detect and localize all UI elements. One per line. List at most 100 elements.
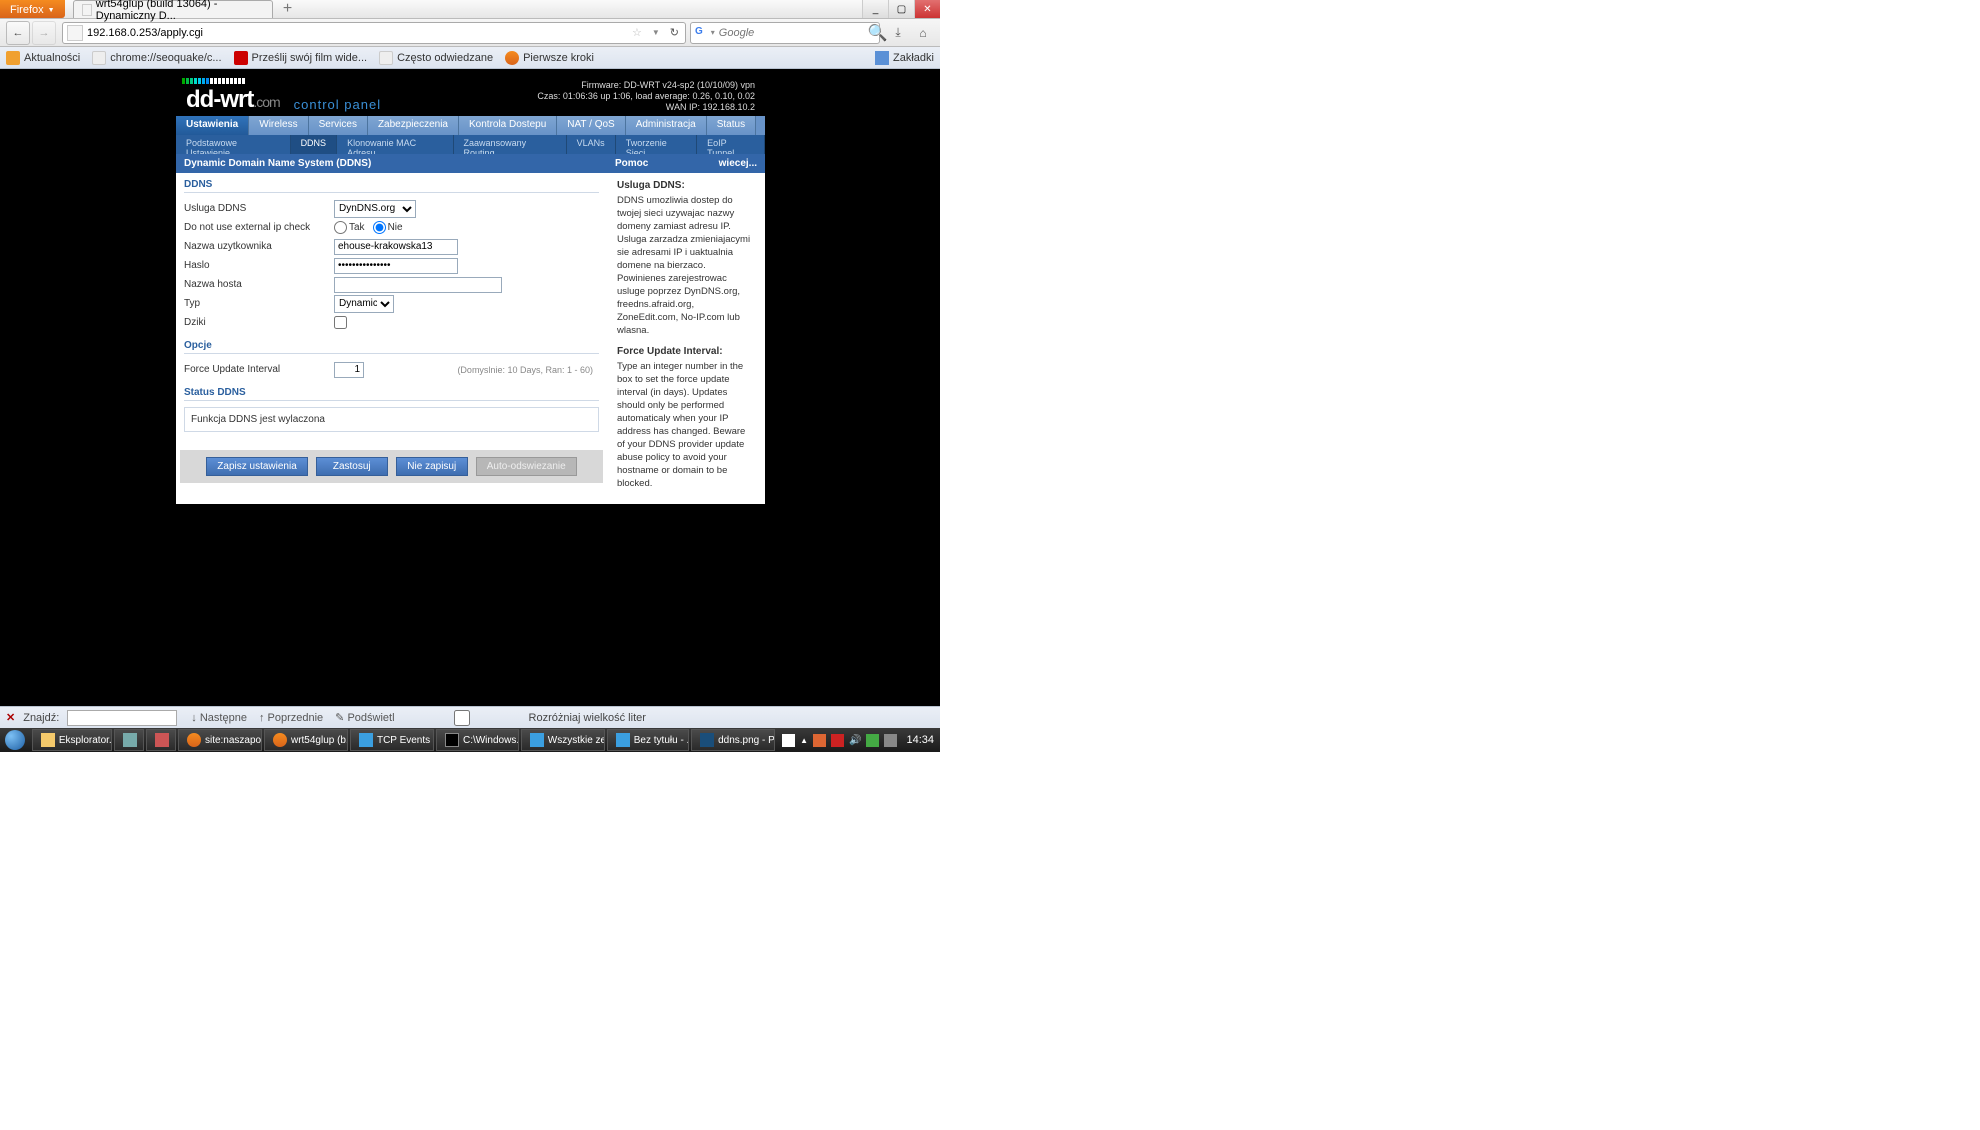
control-panel-label: control panel <box>294 97 381 112</box>
tab-zabezpieczenia[interactable]: Zabezpieczenia <box>368 116 459 135</box>
cmd-icon <box>445 733 459 747</box>
taskbar-item[interactable]: C:\Windows... <box>436 729 519 751</box>
find-prev-button[interactable]: ↑ Poprzednie <box>259 712 323 724</box>
maximize-button[interactable]: ▢ <box>888 0 914 18</box>
tray-icon[interactable] <box>782 734 795 747</box>
reload-button[interactable]: ↻ <box>664 26 685 39</box>
subtab-tworzenie[interactable]: Tworzenie Sieci <box>616 135 697 154</box>
windows-taskbar: Eksplorator... site:naszapol... wrt54glu… <box>0 728 940 752</box>
find-next-button[interactable]: ↓ Następne <box>191 712 247 724</box>
tab-nat-qos[interactable]: NAT / QoS <box>557 116 625 135</box>
taskbar-item[interactable]: Eksplorator... <box>32 729 112 751</box>
bookmarks-toolbar: Aktualności chrome://seoquake/c... Prześ… <box>0 47 940 69</box>
save-button[interactable]: Zapisz ustawienia <box>206 457 307 476</box>
bookmark-item[interactable]: Często odwiedzane <box>379 51 493 65</box>
wildcard-checkbox[interactable] <box>334 316 347 329</box>
taskbar-item[interactable]: Bez tytułu - ... <box>607 729 689 751</box>
url-bar[interactable]: ☆ ▼ ↻ <box>62 22 686 44</box>
taskbar-item[interactable]: wrt54glup (b... <box>264 729 348 751</box>
firefox-icon <box>273 733 287 747</box>
apply-button[interactable]: Zastosuj <box>316 457 388 476</box>
type-select[interactable]: Dynamiczny <box>334 295 394 313</box>
taskbar-clock[interactable]: 14:34 <box>906 734 934 746</box>
site-identity-icon[interactable] <box>67 25 83 41</box>
tray-icon[interactable] <box>813 734 826 747</box>
back-button[interactable]: ← <box>6 21 30 45</box>
force-interval-input[interactable] <box>334 362 364 378</box>
wildcard-label: Dziki <box>184 317 334 328</box>
subtab-podstawowe[interactable]: Podstawowe Ustawienie <box>176 135 291 154</box>
password-input[interactable] <box>334 258 458 274</box>
decor-dots <box>182 78 246 84</box>
auto-refresh-button[interactable]: Auto-odswiezanie <box>476 457 577 476</box>
bookmark-star-icon[interactable]: ☆ <box>626 26 648 39</box>
match-case-checkbox[interactable] <box>407 710 517 726</box>
new-tab-button[interactable]: + <box>277 0 299 18</box>
tab-wireless[interactable]: Wireless <box>249 116 308 135</box>
close-button[interactable]: ✕ <box>914 0 940 18</box>
subtab-mac[interactable]: Klonowanie MAC Adresu <box>337 135 453 154</box>
taskbar-item[interactable] <box>114 729 144 751</box>
taskbar-item[interactable]: ddns.png - P... <box>691 729 775 751</box>
subtab-vlans[interactable]: VLANs <box>567 135 616 154</box>
taskbar-item[interactable]: TCP Events ... <box>350 729 434 751</box>
forward-button[interactable]: → <box>32 21 56 45</box>
search-input[interactable] <box>719 27 862 39</box>
start-button[interactable] <box>0 728 31 752</box>
tab-services[interactable]: Services <box>309 116 368 135</box>
bookmarks-menu-button[interactable]: Zakładki <box>875 51 934 65</box>
search-engine-dropdown[interactable]: ▾ <box>707 28 719 37</box>
sub-tabs: Podstawowe Ustawienie DDNS Klonowanie MA… <box>176 135 765 154</box>
extip-label: Do not use external ip check <box>184 222 334 233</box>
find-input[interactable] <box>67 710 177 726</box>
tab-status[interactable]: Status <box>707 116 756 135</box>
taskbar-item[interactable]: site:naszapol... <box>178 729 262 751</box>
volume-icon[interactable]: 🔊 <box>849 735 861 746</box>
tab-administracja[interactable]: Administracja <box>626 116 707 135</box>
help-more-link[interactable]: wiecej... <box>719 158 757 169</box>
service-select[interactable]: DynDNS.org <box>334 200 416 218</box>
subtab-routing[interactable]: Zaawansowany Routing <box>454 135 567 154</box>
url-dropdown-icon[interactable]: ▼ <box>648 28 664 37</box>
username-input[interactable] <box>334 239 458 255</box>
bookmark-item[interactable]: Prześlij swój film wide... <box>234 51 368 65</box>
google-icon: G <box>695 26 703 40</box>
brand-logo: dd-wrt.com <box>186 86 280 114</box>
downloads-icon[interactable]: ⤓ <box>887 22 909 44</box>
hostname-input[interactable] <box>334 277 502 293</box>
home-icon[interactable]: ⌂ <box>912 22 934 44</box>
tray-expand-icon[interactable]: ▲ <box>800 736 808 745</box>
cancel-button[interactable]: Nie zapisuj <box>396 457 468 476</box>
bookmark-item[interactable]: chrome://seoquake/c... <box>92 51 221 65</box>
firefox-menu-button[interactable]: Firefox▼ <box>0 0 65 18</box>
findbar-close-icon[interactable]: ✕ <box>6 711 15 724</box>
subtab-eoip[interactable]: EoIP Tunnel <box>697 135 765 154</box>
match-case-label: Rozróżniaj wielkość liter <box>529 712 646 724</box>
status-text: Funkcja DDNS jest wylaczona <box>184 407 599 432</box>
router-info: Firmware: DD-WRT v24-sp2 (10/10/09) vpn … <box>537 80 755 113</box>
network-icon[interactable] <box>884 734 897 747</box>
app-icon <box>123 733 137 747</box>
bookmark-item[interactable]: Aktualności <box>6 51 80 65</box>
highlight-button[interactable]: ✎ Podświetl <box>335 711 394 724</box>
ie-icon <box>616 733 630 747</box>
extip-yes-radio[interactable] <box>334 221 347 234</box>
find-bar: ✕ Znajdź: ↓ Następne ↑ Poprzednie ✎ Podś… <box>0 706 940 728</box>
tray-icon[interactable] <box>866 734 879 747</box>
browser-tab[interactable]: wrt54glup (build 13064) - Dynamiczny D..… <box>73 0 273 18</box>
hostname-label: Nazwa hosta <box>184 279 334 290</box>
window-titlebar: Firefox▼ wrt54glup (build 13064) - Dynam… <box>0 0 940 19</box>
taskbar-item[interactable]: Wszystkie ze ... <box>521 729 605 751</box>
url-input[interactable] <box>87 27 626 39</box>
service-label: Usluga DDNS <box>184 203 334 214</box>
taskbar-item[interactable] <box>146 729 176 751</box>
bookmark-item[interactable]: Pierwsze kroki <box>505 51 594 65</box>
search-box[interactable]: G ▾ 🔍 <box>690 22 880 44</box>
explorer-icon <box>41 733 55 747</box>
subtab-ddns[interactable]: DDNS <box>291 135 338 154</box>
tray-icon[interactable] <box>831 734 844 747</box>
minimize-button[interactable]: _ <box>862 0 888 18</box>
extip-no-radio[interactable] <box>373 221 386 234</box>
tab-kontrola[interactable]: Kontrola Dostepu <box>459 116 557 135</box>
tab-ustawienia[interactable]: Ustawienia <box>176 116 249 135</box>
